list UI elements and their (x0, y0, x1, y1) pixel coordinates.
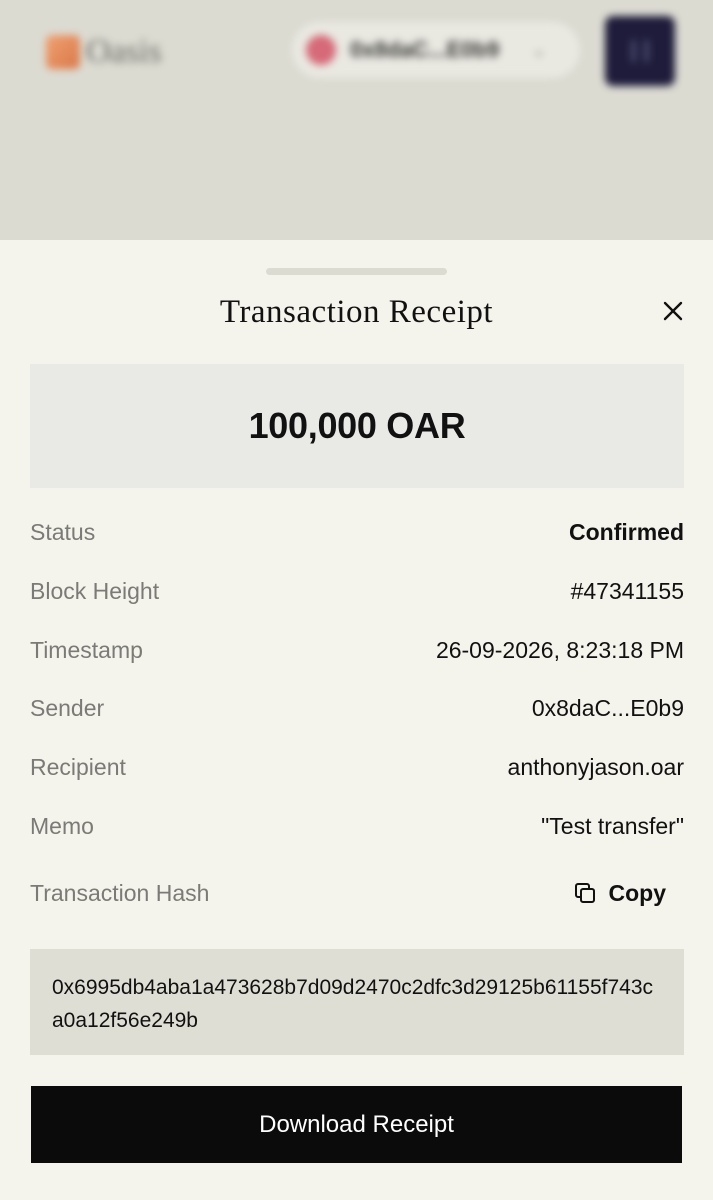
close-button[interactable] (654, 292, 692, 330)
sheet-title: Transaction Receipt (219, 294, 494, 330)
detail-label: Status (30, 518, 96, 545)
transaction-hash-header: Transaction Hash Copy (30, 873, 684, 913)
background-app: Oasis 0x8daC...E0b9 ⌄ (0, 0, 713, 240)
chevron-down-icon: ⌄ (531, 39, 547, 60)
detail-label: Memo (30, 812, 94, 839)
copy-label: Copy (608, 879, 667, 906)
transaction-hash-label: Transaction Hash (30, 879, 210, 906)
detail-row-memo: Memo "Test transfer" (30, 806, 684, 846)
timestamp-value: 26-09-2026, 8:23:18 PM (435, 636, 684, 663)
detail-row-recipient: Recipient anthonyjason.oar (30, 747, 684, 787)
download-receipt-button[interactable]: Download Receipt (31, 1086, 682, 1163)
status-value: Confirmed (569, 518, 684, 545)
close-icon (663, 301, 683, 321)
memo-value: "Test transfer" (541, 812, 684, 839)
detail-label: Block Height (30, 577, 160, 604)
receipt-sheet: Transaction Receipt 100,000 OAR Status C… (0, 240, 713, 1200)
menu-button (605, 16, 675, 86)
detail-label: Timestamp (30, 636, 143, 663)
menu-icon (632, 40, 648, 62)
copy-icon (574, 883, 595, 903)
detail-label: Sender (30, 694, 105, 721)
logo-text: Oasis (86, 33, 162, 70)
account-pill: 0x8daC...E0b9 ⌄ (292, 22, 580, 78)
detail-label: Recipient (30, 753, 126, 780)
detail-row-status: Status Confirmed (30, 512, 684, 552)
account-address: 0x8daC...E0b9 (350, 37, 500, 62)
detail-row-block-height: Block Height #47341155 (30, 571, 684, 611)
transaction-hash-value[interactable]: 0x6995db4aba1a473628b7d09d2470c2dfc3d291… (30, 949, 684, 1055)
sender-value: 0x8daC...E0b9 (531, 694, 684, 721)
recipient-value: anthonyjason.oar (507, 753, 684, 780)
transaction-amount: 100,000 OAR (248, 405, 466, 446)
detail-row-sender: Sender 0x8daC...E0b9 (30, 688, 684, 728)
sheet-grabber[interactable] (266, 268, 447, 275)
copy-button[interactable]: Copy (573, 880, 685, 907)
logo-mark-icon (46, 35, 80, 69)
block-height-value: #47341155 (570, 577, 684, 604)
detail-row-timestamp: Timestamp 26-09-2026, 8:23:18 PM (30, 630, 684, 670)
avatar (306, 35, 336, 65)
app-logo: Oasis (46, 30, 162, 74)
background-header: Oasis 0x8daC...E0b9 ⌄ (0, 0, 713, 240)
amount-card: 100,000 OAR (30, 364, 684, 488)
